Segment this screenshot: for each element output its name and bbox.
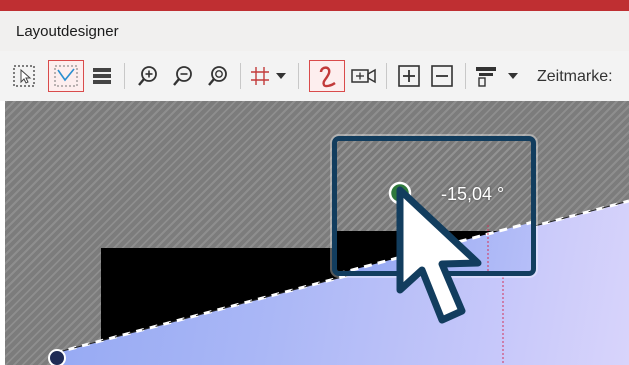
- window-title: Layoutdesigner: [16, 22, 119, 40]
- toolbar: Zeitmarke:: [0, 51, 629, 101]
- add-keyframe-button[interactable]: [394, 60, 424, 92]
- mouse-cursor-icon: [392, 186, 484, 339]
- toolbar-separator: [240, 63, 241, 89]
- grid-icon: [248, 64, 272, 88]
- grid-button[interactable]: [247, 60, 273, 92]
- toolbar-separator: [124, 63, 125, 89]
- curve-path-button[interactable]: [309, 60, 345, 92]
- layers-icon: [91, 65, 113, 87]
- zeitmarke-label: Zeitmarke:: [537, 68, 613, 85]
- add-keyframe-icon: [397, 64, 421, 88]
- path-select-tool-icon: [53, 64, 79, 88]
- path-select-tool-button[interactable]: [48, 60, 84, 92]
- toolbar-separator: [386, 63, 387, 89]
- grid-dropdown-button[interactable]: [273, 60, 289, 92]
- window-accent-bar: [0, 0, 629, 11]
- zoom-in-button[interactable]: [133, 60, 163, 92]
- zoom-out-button[interactable]: [168, 60, 198, 92]
- camera-button[interactable]: [348, 60, 380, 92]
- toolbar-separator: [298, 63, 299, 89]
- remove-keyframe-button[interactable]: [427, 60, 457, 92]
- camera-icon: [350, 65, 378, 87]
- select-tool-button[interactable]: [8, 60, 40, 92]
- remove-keyframe-icon: [430, 64, 454, 88]
- curve-path-icon: [314, 63, 340, 89]
- align-dropdown-icon: [507, 71, 519, 81]
- layers-button[interactable]: [88, 60, 116, 92]
- align-button[interactable]: [472, 60, 500, 92]
- zoom-in-icon: [136, 64, 160, 88]
- align-dropdown-button[interactable]: [505, 60, 521, 92]
- select-tool-icon: [12, 64, 36, 88]
- zoom-out-icon: [171, 64, 195, 88]
- toolbar-separator: [465, 63, 466, 89]
- zoom-fit-button[interactable]: [203, 60, 233, 92]
- align-icon: [474, 64, 498, 88]
- window-titlebar: Layoutdesigner: [0, 11, 629, 51]
- grid-dropdown-icon: [275, 71, 287, 81]
- rotation-handle[interactable]: [48, 349, 66, 365]
- zoom-fit-icon: [206, 64, 230, 88]
